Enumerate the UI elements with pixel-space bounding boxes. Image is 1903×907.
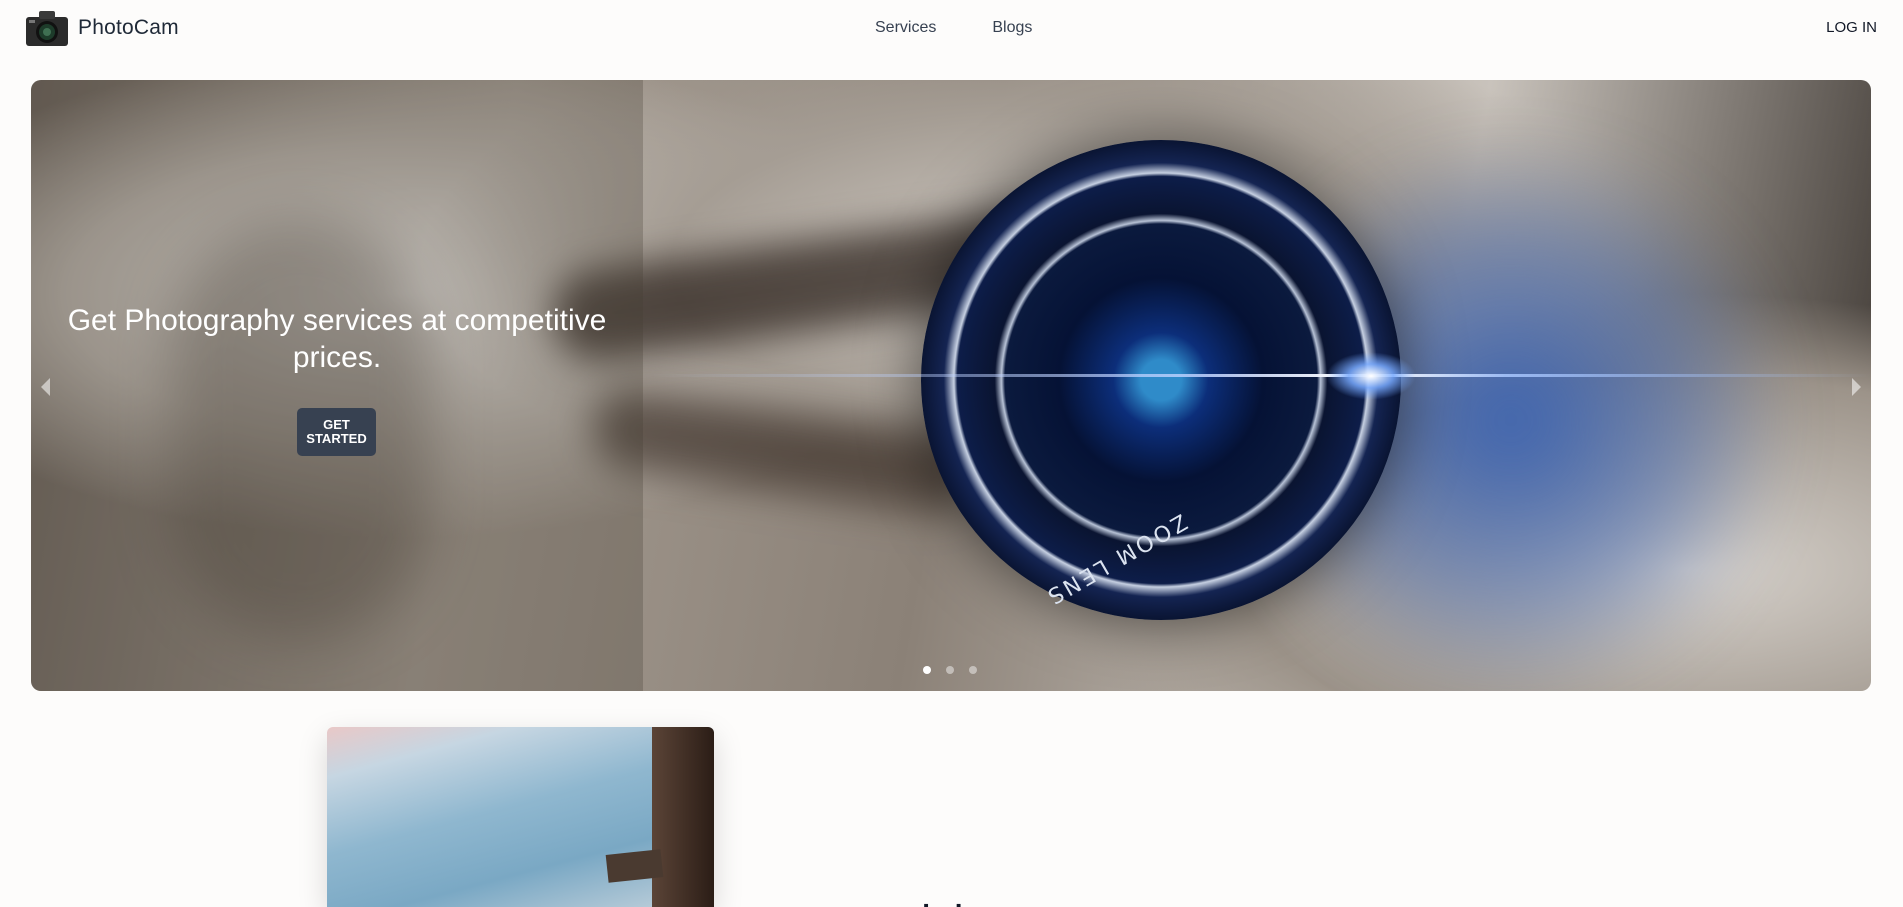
brand-logo[interactable]: PhotoCam xyxy=(24,8,179,48)
card-image-beam xyxy=(605,849,664,883)
main-menu: Services Blogs xyxy=(875,19,1032,37)
chevron-right-icon[interactable] xyxy=(1852,378,1861,396)
top-navbar: PhotoCam Services Blogs LOG IN xyxy=(0,0,1903,58)
carousel-dot-2[interactable] xyxy=(946,666,954,674)
cta-line-1: GET xyxy=(323,417,350,432)
hero-image-flare xyxy=(651,374,1871,377)
brand-name: PhotoCam xyxy=(78,16,179,39)
carousel-dot-3[interactable] xyxy=(969,666,977,674)
get-started-button[interactable]: GET STARTED xyxy=(297,408,376,456)
carousel-indicators xyxy=(923,666,977,674)
cta-line-2: STARTED xyxy=(306,431,367,446)
hero-tagline: Get Photography services at competitive … xyxy=(67,304,607,374)
nav-link-blogs[interactable]: Blogs xyxy=(992,19,1032,37)
card-image-wall xyxy=(652,727,714,907)
carousel-dot-1[interactable] xyxy=(923,666,931,674)
nav-link-services[interactable]: Services xyxy=(875,19,936,37)
feature-image-card xyxy=(327,727,714,907)
hero-image-fingers-lower xyxy=(587,383,975,517)
camera-icon xyxy=(24,8,70,48)
chevron-left-icon[interactable] xyxy=(41,378,50,396)
hero-carousel: ZOOM LENS Get Photography services at co… xyxy=(31,80,1871,691)
hero-image-flare-core xyxy=(1326,352,1416,400)
hero-text-overlay xyxy=(31,80,643,691)
section-heading: ı ı xyxy=(920,888,969,907)
login-link[interactable]: LOG IN xyxy=(1826,19,1877,36)
